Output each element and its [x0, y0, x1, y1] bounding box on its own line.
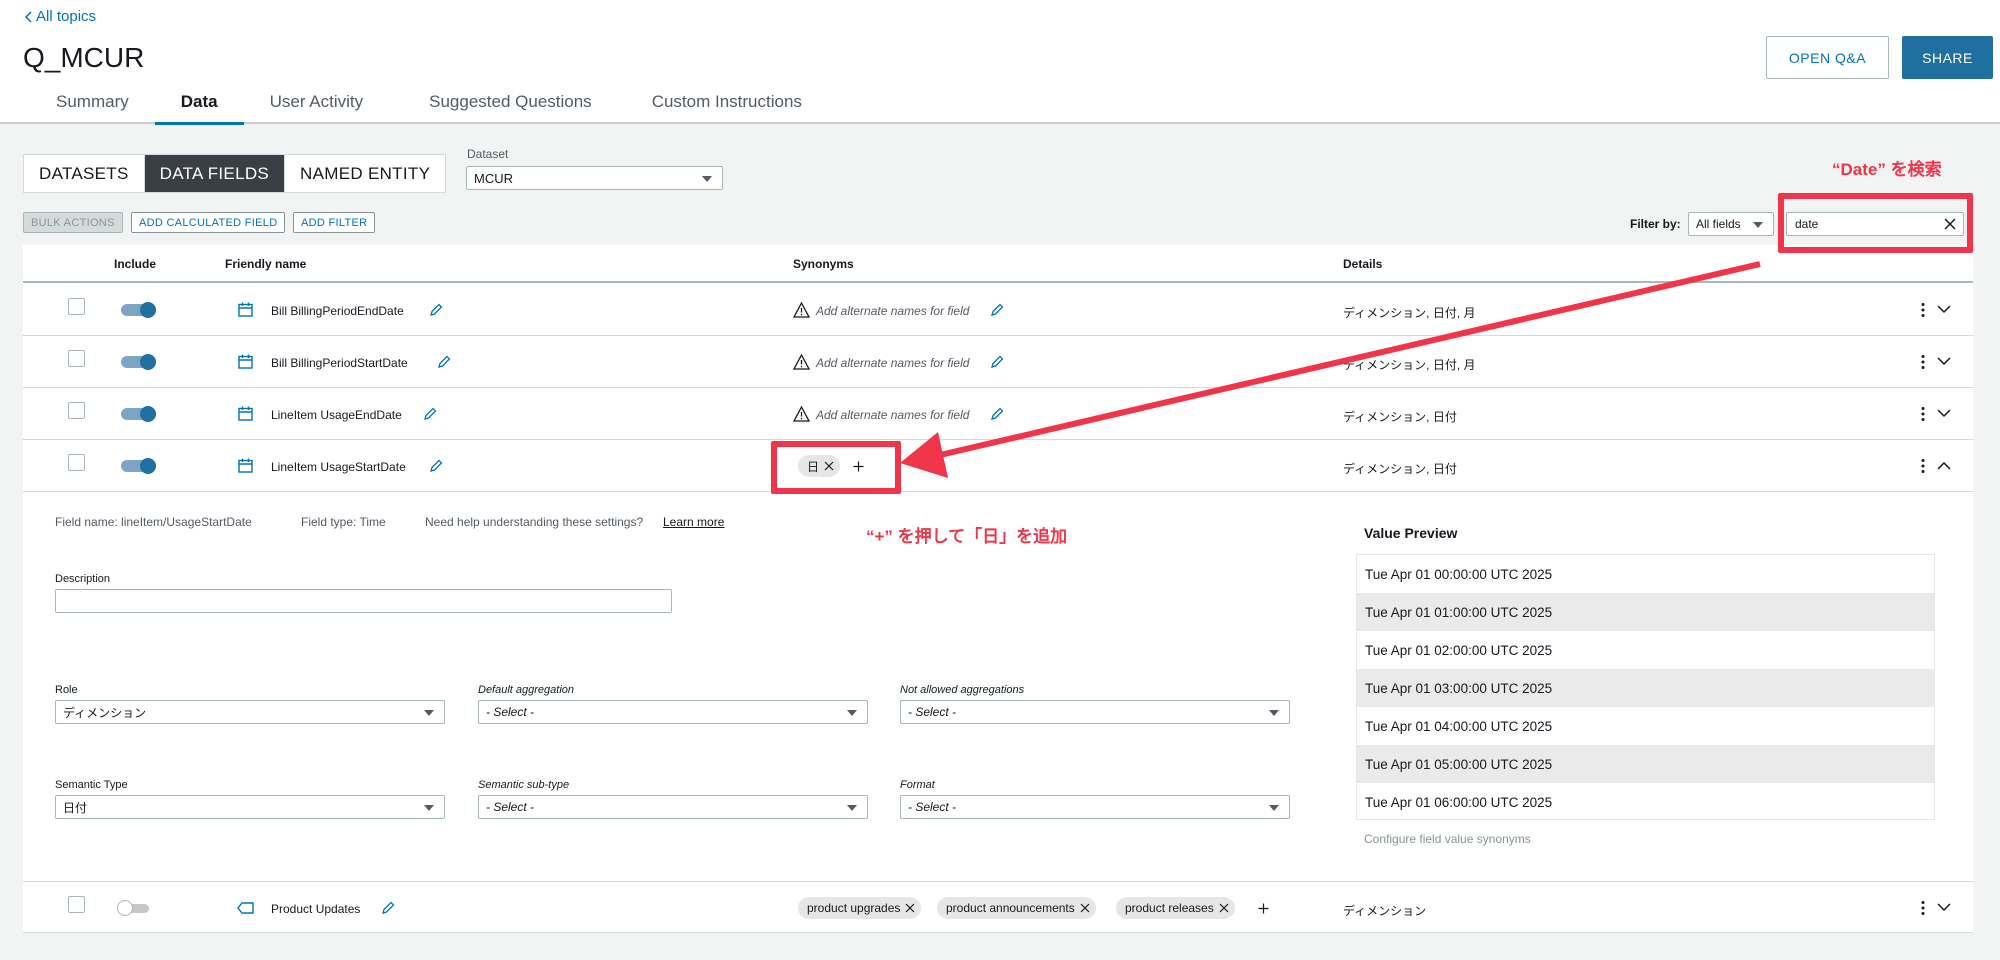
annotation-arrow [900, 261, 1761, 478]
